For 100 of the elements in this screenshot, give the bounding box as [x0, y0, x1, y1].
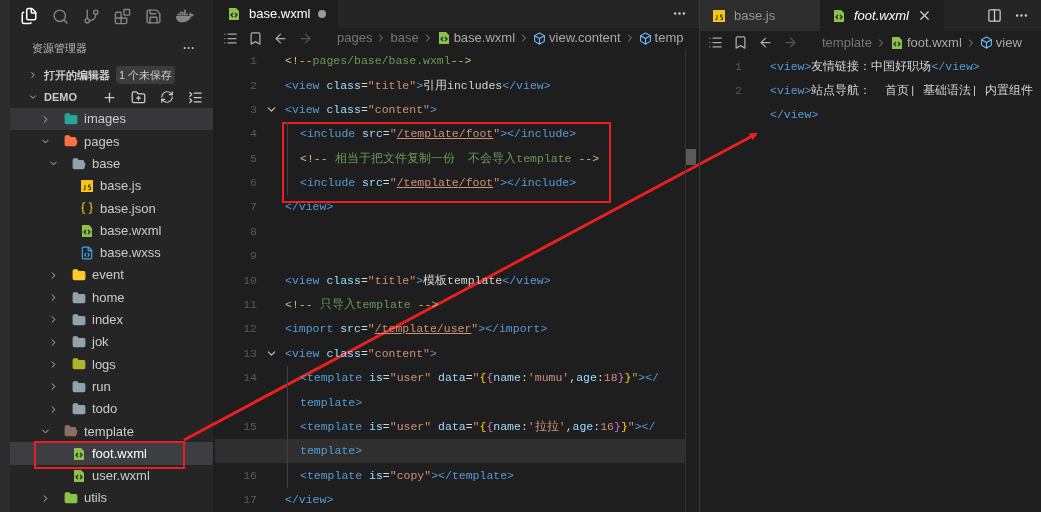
bookmark-icon[interactable]: [733, 35, 748, 50]
back-icon[interactable]: [273, 30, 288, 46]
folder-icon: [72, 312, 86, 327]
open-editors-header[interactable]: 打开的编辑器 1 个未保存: [10, 64, 213, 86]
open-folder-icon: [64, 424, 78, 439]
folder-icon: [64, 491, 78, 506]
folder-icon: [72, 268, 86, 283]
back-icon[interactable]: [758, 35, 773, 50]
tree-item[interactable]: logs: [10, 353, 213, 376]
js-file-icon: [80, 179, 94, 194]
file-icon: [72, 468, 86, 483]
outline-icon[interactable]: [708, 35, 723, 50]
breadcrumb-item[interactable]: temp: [654, 28, 684, 48]
folder-icon: [72, 335, 86, 350]
sidebar-title: 资源管理器: [32, 40, 87, 56]
tree-item[interactable]: user.wxml: [10, 464, 213, 488]
code-line: <!-- 相当于把文件复制一份 不会导入template -->: [300, 150, 600, 167]
file-icon: [889, 35, 904, 50]
tree-item[interactable]: foot.wxml: [10, 442, 213, 465]
chevron-right-icon: [28, 70, 38, 80]
breadcrumb-item[interactable]: template: [822, 32, 872, 53]
scrollbar[interactable]: [685, 48, 699, 512]
code-line: </view>: [770, 107, 819, 124]
tree-item[interactable]: base.wxss: [10, 241, 213, 265]
tree-item[interactable]: base.wxml: [10, 219, 213, 242]
file-icon: [72, 446, 86, 461]
breadcrumb-item[interactable]: base: [390, 28, 419, 48]
line-number: 16: [243, 468, 257, 482]
editor-tab[interactable]: base.wxml: [215, 0, 339, 28]
tree-item[interactable]: base.json: [10, 197, 213, 220]
line-number: 3: [250, 102, 257, 116]
new-file-icon[interactable]: [102, 89, 117, 105]
new-folder-icon[interactable]: [131, 89, 146, 105]
open-folder-icon: [64, 134, 78, 149]
search-icon[interactable]: [52, 7, 69, 25]
tree-item[interactable]: home: [10, 286, 213, 309]
branch-icon[interactable]: [83, 7, 100, 25]
code-line: template>: [300, 394, 363, 411]
line-number: 6: [250, 176, 257, 190]
code-line: <view>友情链接：中国好职场</view>: [770, 58, 980, 75]
outline-icon[interactable]: [223, 30, 238, 46]
tree-item[interactable]: jok: [10, 330, 213, 354]
breadcrumb-item[interactable]: view.content: [549, 28, 621, 48]
file-icon: [436, 31, 451, 46]
more-button[interactable]: ···: [183, 39, 195, 57]
extensions-icon[interactable]: [114, 7, 131, 25]
folder-icon: [72, 290, 86, 305]
tree-item[interactable]: base.js: [10, 174, 213, 198]
breadcrumb-item[interactable]: foot.wxml: [906, 32, 962, 53]
folder-icon: [72, 402, 86, 416]
tree-item[interactable]: run: [10, 375, 213, 398]
code-line: <template is="user" data="{{name:'mumu',age:18}}"></: [300, 370, 660, 387]
file-icon: [832, 8, 846, 23]
editor-tab[interactable]: foot.wxml: [820, 0, 944, 31]
unsaved-badge: 1 个未保存: [116, 65, 176, 85]
folder-icon: [72, 357, 86, 372]
split-editor-icon[interactable]: [987, 8, 1002, 23]
tree-item[interactable]: utils: [10, 487, 213, 510]
code-line: <!-- 只导入template -->: [285, 297, 439, 314]
code-line: <template is="copy"></template>: [300, 467, 514, 484]
code-line: <view class="content">: [285, 101, 437, 118]
breadcrumb-item[interactable]: pages: [337, 28, 373, 48]
line-number: 2: [250, 78, 257, 92]
line-number: 15: [243, 420, 257, 433]
folder-icon: [72, 379, 86, 394]
folder-icon: [64, 112, 78, 127]
tree-item[interactable]: images: [10, 108, 213, 131]
bookmark-icon[interactable]: [248, 30, 263, 46]
line-number: 17: [243, 493, 257, 507]
code-line: <!--pages/base/base.wxml-->: [285, 53, 472, 70]
line-number: 2: [735, 83, 742, 97]
tree-item[interactable]: index: [10, 308, 213, 331]
cube-icon: [638, 31, 652, 45]
collapse-icon[interactable]: [188, 89, 203, 105]
line-number: 14: [243, 371, 257, 385]
code-line: <include src="/template/foot"></include>: [300, 175, 577, 192]
js-file-icon: [712, 8, 726, 23]
code-line: template>: [300, 443, 363, 460]
refresh-icon[interactable]: [160, 90, 174, 104]
whale-icon[interactable]: [176, 7, 194, 25]
editor-tab[interactable]: base.js: [700, 0, 820, 31]
tree-item[interactable]: todo: [10, 397, 213, 421]
code-line: <view>站点导航： 首页| 基础语法| 内置组件: [770, 82, 1033, 99]
tree-item[interactable]: event: [10, 264, 213, 287]
file-icon: [80, 223, 94, 238]
line-number: 12: [243, 322, 257, 336]
breadcrumb-item[interactable]: view: [995, 32, 1022, 53]
tree-item[interactable]: base: [10, 152, 213, 175]
files-icon[interactable]: [20, 7, 38, 25]
line-number: 8: [250, 224, 257, 238]
code-line: <include src="/template/foot"></include>: [300, 126, 577, 143]
workspace-header[interactable]: DEMO: [10, 86, 213, 108]
code-line: </view>: [285, 492, 334, 509]
floppy-icon[interactable]: [145, 7, 162, 25]
tree-item[interactable]: template: [10, 420, 213, 443]
line-number: 9: [250, 249, 257, 263]
tree-item[interactable]: pages: [10, 130, 213, 153]
line-number: 4: [250, 127, 257, 141]
code-line: <template is="user" data="{{name:'拉拉',age:16}}"></: [300, 419, 656, 435]
breadcrumb-item[interactable]: base.wxml: [453, 28, 516, 48]
